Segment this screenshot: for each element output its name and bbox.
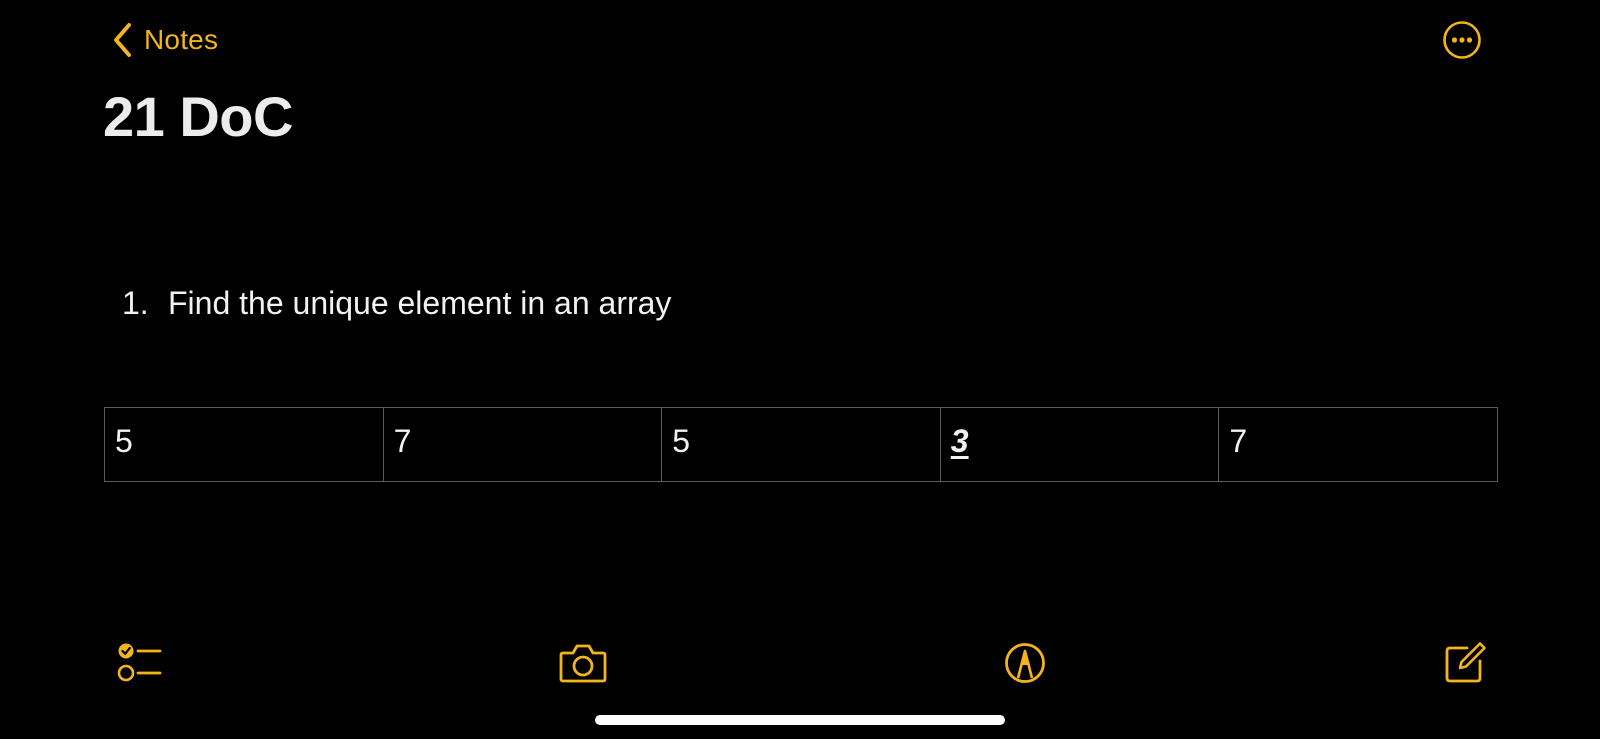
- table-cell[interactable]: 7: [382, 407, 663, 482]
- table-row: 5 7 5 3 7: [104, 407, 1498, 482]
- camera-icon: [558, 644, 608, 689]
- markup-button[interactable]: [1003, 641, 1047, 685]
- chevron-left-icon: [112, 22, 134, 58]
- note-title[interactable]: 21 DoC: [103, 84, 293, 150]
- table-cell[interactable]: 5: [661, 407, 941, 482]
- ellipsis-circle-icon: [1442, 21, 1482, 64]
- back-label: Notes: [144, 24, 219, 55]
- compose-button[interactable]: [1443, 641, 1487, 685]
- numbered-list-item[interactable]: 1. Find the unique element in an array: [122, 283, 671, 323]
- checklist-icon: [116, 643, 162, 689]
- more-options-button[interactable]: [1442, 20, 1482, 60]
- list-item-text: Find the unique element in an array: [168, 285, 672, 321]
- table-cell[interactable]: 5: [104, 407, 384, 482]
- back-button[interactable]: Notes: [112, 18, 218, 62]
- compose-icon: [1443, 642, 1487, 689]
- home-indicator[interactable]: [595, 715, 1005, 725]
- checklist-button[interactable]: [116, 641, 162, 685]
- table-cell[interactable]: 7: [1218, 407, 1498, 482]
- list-number: 1.: [122, 285, 149, 321]
- camera-button[interactable]: [558, 641, 608, 685]
- array-table[interactable]: 5 7 5 3 7: [104, 407, 1498, 482]
- markup-pen-icon: [1003, 643, 1047, 689]
- table-cell-styled[interactable]: 3: [939, 407, 1220, 482]
